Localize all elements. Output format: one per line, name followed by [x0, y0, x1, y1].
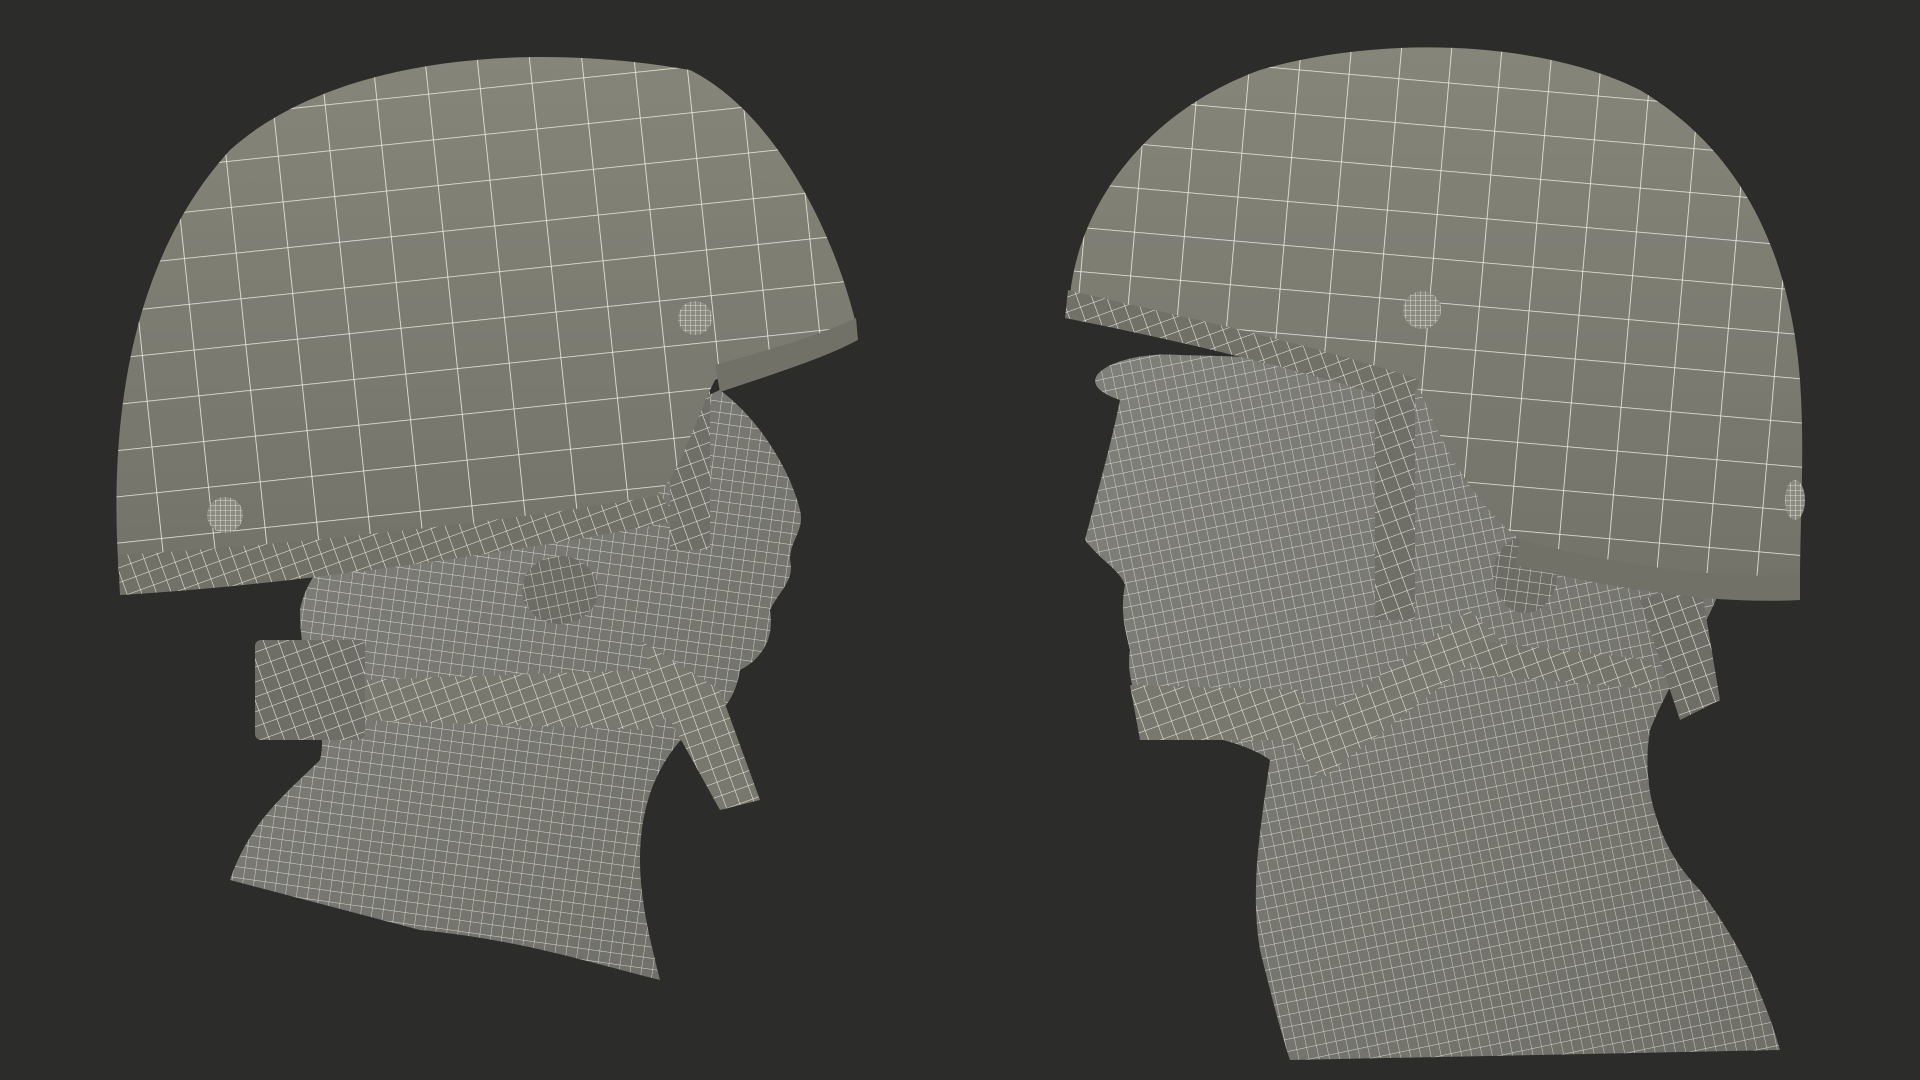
helmet-head-three-quarter [1065, 47, 1805, 1060]
helmet-head-left-profile [116, 56, 858, 980]
render-viewport [0, 0, 1920, 1080]
wireframe-render [116, 47, 1805, 1060]
